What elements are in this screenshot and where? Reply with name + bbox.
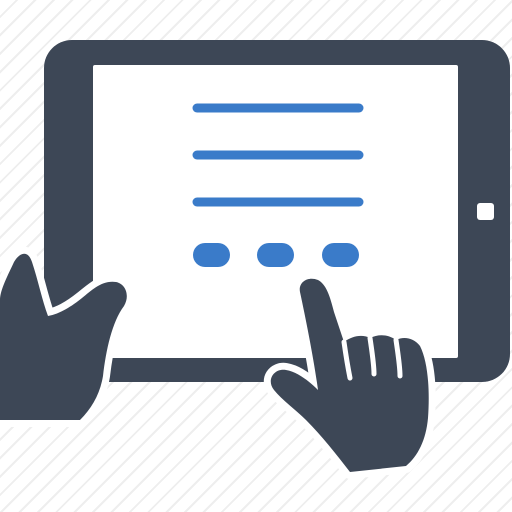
- tablet-home-button-icon: [477, 203, 494, 220]
- screen-dot-3: [322, 243, 359, 267]
- tablet-touch-icon: [0, 40, 510, 479]
- screen-dot-1: [193, 243, 230, 267]
- icon-canvas: [0, 0, 512, 512]
- screen-dot-2: [257, 243, 294, 267]
